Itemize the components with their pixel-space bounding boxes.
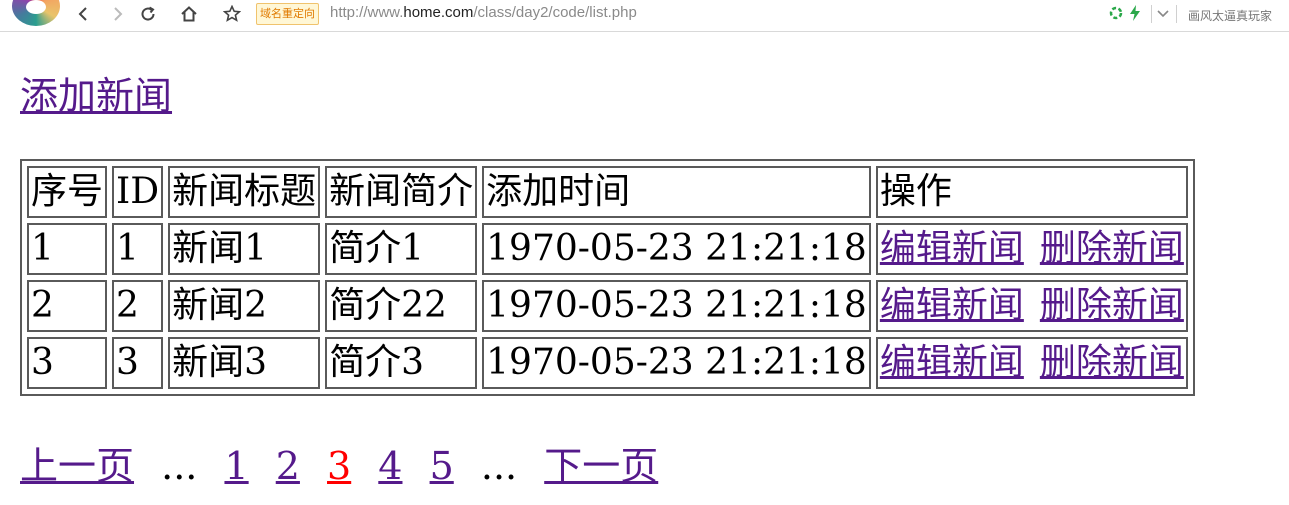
edit-news-link[interactable]: 编辑新闻 (880, 285, 1024, 326)
page-link[interactable]: 2 (276, 444, 300, 488)
cell-title: 新闻3 (168, 337, 321, 389)
header-seq: 序号 (27, 166, 108, 218)
edit-news-link[interactable]: 编辑新闻 (880, 342, 1024, 383)
cell-title: 新闻2 (168, 280, 321, 332)
cell-id: 2 (112, 280, 164, 332)
browser-toolbar: 域名重定向 http://www.home.com/class/day2/cod… (0, 0, 1289, 32)
security-shield-icon[interactable] (1108, 4, 1124, 24)
cell-id: 1 (112, 223, 164, 275)
url-domain: home.com (403, 4, 474, 21)
next-page-link[interactable]: 下一页 (544, 444, 658, 488)
edit-news-link[interactable]: 编辑新闻 (880, 228, 1024, 269)
header-intro: 新闻简介 (325, 166, 478, 218)
cell-intro: 简介22 (325, 280, 478, 332)
table-header-row: 序号 ID 新闻标题 新闻简介 添加时间 操作 (27, 166, 1188, 218)
redirect-badge[interactable]: 域名重定向 (256, 3, 319, 25)
cell-time: 1970-05-23 21:21:18 (482, 337, 871, 389)
search-suggestion-text[interactable]: 画风太逼真玩家 (1188, 7, 1272, 24)
toolbar-divider (1176, 5, 1177, 23)
page-link[interactable]: 4 (378, 444, 402, 488)
cell-seq: 2 (27, 280, 108, 332)
news-table: 序号 ID 新闻标题 新闻简介 添加时间 操作 1 1 新闻1 简介1 1970… (20, 159, 1195, 396)
cell-seq: 1 (27, 223, 108, 275)
pagination-ellipsis: ... (480, 444, 518, 488)
header-time: 添加时间 (482, 166, 871, 218)
bookmark-star-icon[interactable] (220, 2, 244, 26)
table-row: 1 1 新闻1 简介1 1970-05-23 21:21:18 编辑新闻 删除新闻 (27, 223, 1188, 275)
lightning-icon[interactable] (1128, 4, 1142, 24)
pagination: 上一页 ... 1 2 3 4 5 ... 下一页 (20, 442, 673, 490)
table-row: 2 2 新闻2 简介22 1970-05-23 21:21:18 编辑新闻 删除新… (27, 280, 1188, 332)
header-actions: 操作 (875, 166, 1188, 218)
cell-actions: 编辑新闻 删除新闻 (875, 280, 1188, 332)
page-link[interactable]: 5 (430, 444, 454, 488)
chevron-down-icon[interactable] (1155, 4, 1171, 24)
url-prefix: http://www. (330, 4, 404, 21)
address-bar[interactable]: http://www.home.com/class/day2/code/list… (330, 4, 637, 21)
cell-title: 新闻1 (168, 223, 321, 275)
delete-news-link[interactable]: 删除新闻 (1040, 342, 1184, 383)
url-path: /class/day2/code/list.php (473, 4, 637, 21)
page-link[interactable]: 1 (224, 444, 248, 488)
current-page-link[interactable]: 3 (327, 444, 351, 488)
forward-arrow-icon[interactable] (105, 2, 129, 26)
browser-logo-icon (12, 0, 60, 26)
prev-page-link[interactable]: 上一页 (20, 444, 134, 488)
cell-actions: 编辑新闻 删除新闻 (875, 223, 1188, 275)
delete-news-link[interactable]: 删除新闻 (1040, 228, 1184, 269)
cell-intro: 简介3 (325, 337, 478, 389)
cell-time: 1970-05-23 21:21:18 (482, 280, 871, 332)
cell-seq: 3 (27, 337, 108, 389)
cell-id: 3 (112, 337, 164, 389)
reload-icon[interactable] (136, 2, 160, 26)
cell-actions: 编辑新闻 删除新闻 (875, 337, 1188, 389)
cell-time: 1970-05-23 21:21:18 (482, 223, 871, 275)
header-title: 新闻标题 (168, 166, 321, 218)
toolbar-divider (1151, 5, 1152, 23)
add-news-link[interactable]: 添加新闻 (20, 72, 172, 120)
table-row: 3 3 新闻3 简介3 1970-05-23 21:21:18 编辑新闻 删除新闻 (27, 337, 1188, 389)
header-id: ID (112, 166, 164, 218)
home-icon[interactable] (177, 2, 201, 26)
cell-intro: 简介1 (325, 223, 478, 275)
pagination-ellipsis: ... (161, 444, 198, 488)
delete-news-link[interactable]: 删除新闻 (1040, 285, 1184, 326)
back-arrow-icon[interactable] (72, 2, 96, 26)
